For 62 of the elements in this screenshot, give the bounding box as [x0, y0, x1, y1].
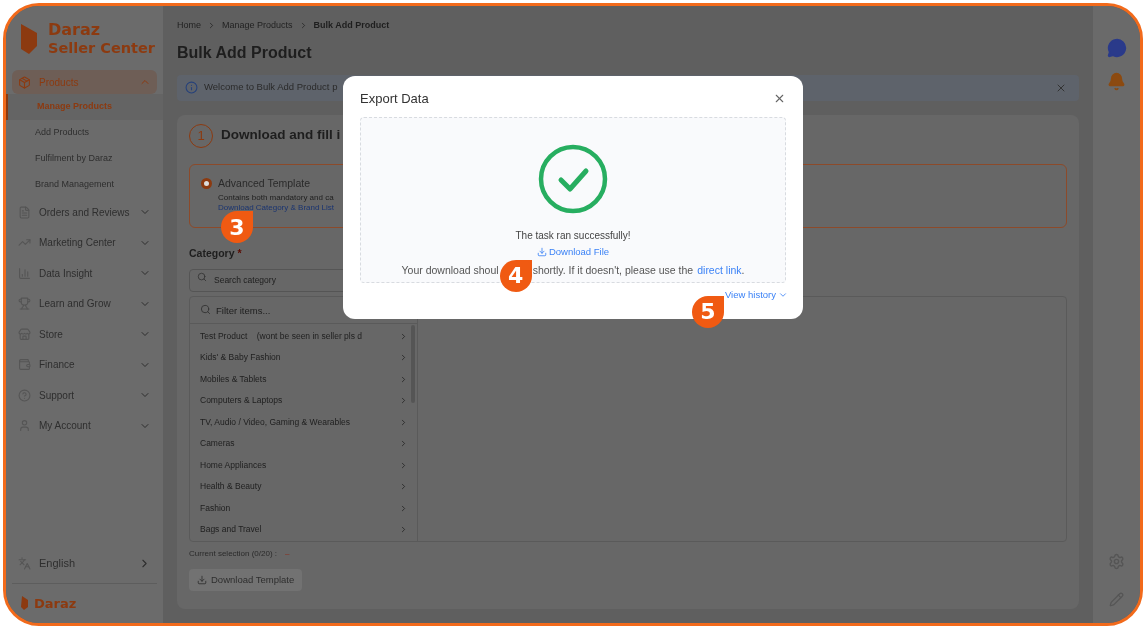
sidebar-item[interactable]: Finance	[12, 352, 157, 377]
chevron-icon	[399, 460, 408, 470]
search-icon	[200, 304, 211, 316]
category-item[interactable]: Fashion	[200, 497, 408, 519]
logo-icon	[20, 595, 30, 612]
chevron-icon	[399, 439, 408, 448]
page-title: Bulk Add Product	[177, 42, 313, 63]
logo-icon	[18, 22, 40, 56]
search-icon	[197, 272, 207, 283]
required-mark: *	[237, 245, 242, 261]
category-item[interactable]: Home Appliances	[200, 454, 408, 476]
sidebar-item[interactable]: Orders and Reviews	[12, 200, 157, 224]
step-title: Download and fill i	[221, 126, 341, 145]
chevron-icon	[399, 331, 408, 341]
category-item[interactable]: Mobiles & Tablets	[200, 368, 408, 390]
category-item[interactable]: Bags and Travel	[200, 518, 408, 541]
chevron-icon	[399, 503, 408, 513]
download-icon	[536, 246, 547, 257]
chevron-icon	[399, 396, 408, 405]
category-item[interactable]: Computers & Laptops	[200, 389, 408, 412]
chevron-icon	[399, 353, 408, 362]
sidebar-item[interactable]: Store	[12, 322, 157, 346]
sidebar-item[interactable]: My Account	[12, 413, 157, 438]
breadcrumb-separator-icon	[207, 21, 216, 31]
info-icon	[185, 81, 198, 94]
template-label: Advanced Template	[218, 175, 311, 191]
chat-icon[interactable]	[1106, 38, 1127, 58]
success-check-icon	[537, 142, 609, 215]
footer-logo: Daraz	[34, 594, 77, 613]
sidebar-item[interactable]: Data Insight	[12, 261, 157, 285]
radio-button[interactable]	[201, 177, 212, 189]
language-selector[interactable]: English	[6, 550, 163, 577]
view-history-link[interactable]: View history	[724, 287, 788, 302]
chevron-icon	[399, 374, 408, 384]
category-item[interactable]: Cameras	[200, 432, 408, 455]
sidebar-item[interactable]: Marketing Center	[12, 230, 157, 255]
chevron-icon	[399, 525, 408, 534]
logo-text: Seller Center	[48, 39, 155, 58]
message-text: shortly. If it doesn't, please use the	[532, 262, 694, 278]
menu-icon	[18, 75, 31, 89]
logo-text: Daraz	[48, 20, 102, 39]
breadcrumb-link[interactable]: Manage Products	[222, 19, 293, 33]
dialog-title: Export Data	[360, 90, 429, 108]
sidebar-item[interactable]: Learn and Grow	[12, 291, 157, 316]
bell-icon[interactable]	[1107, 72, 1126, 91]
chevron-icon	[399, 482, 408, 491]
message-text: Your download shoul	[401, 262, 499, 278]
direct-link[interactable]: direct link	[697, 262, 742, 279]
category-label: Category	[189, 245, 235, 261]
status-text: The task ran successfully!	[515, 228, 631, 243]
message-suffix: .	[741, 262, 745, 278]
download-icon	[197, 575, 207, 586]
category-item[interactable]: Kids' & Baby Fashion	[200, 346, 408, 369]
chevron-icon	[399, 417, 408, 427]
category-item[interactable]: Health & Beauty	[200, 475, 408, 498]
sidebar-item[interactable]: Support	[12, 383, 157, 407]
category-item[interactable]: TV, Audio / Video, Gaming & Wearables	[200, 411, 408, 433]
download-file-link[interactable]: Download File	[536, 244, 610, 259]
step-marker: 5	[691, 295, 724, 328]
step-marker: 4	[499, 259, 532, 292]
selection-value: –	[285, 548, 290, 561]
brand-list-link[interactable]: Download Category & Brand List	[218, 203, 335, 214]
